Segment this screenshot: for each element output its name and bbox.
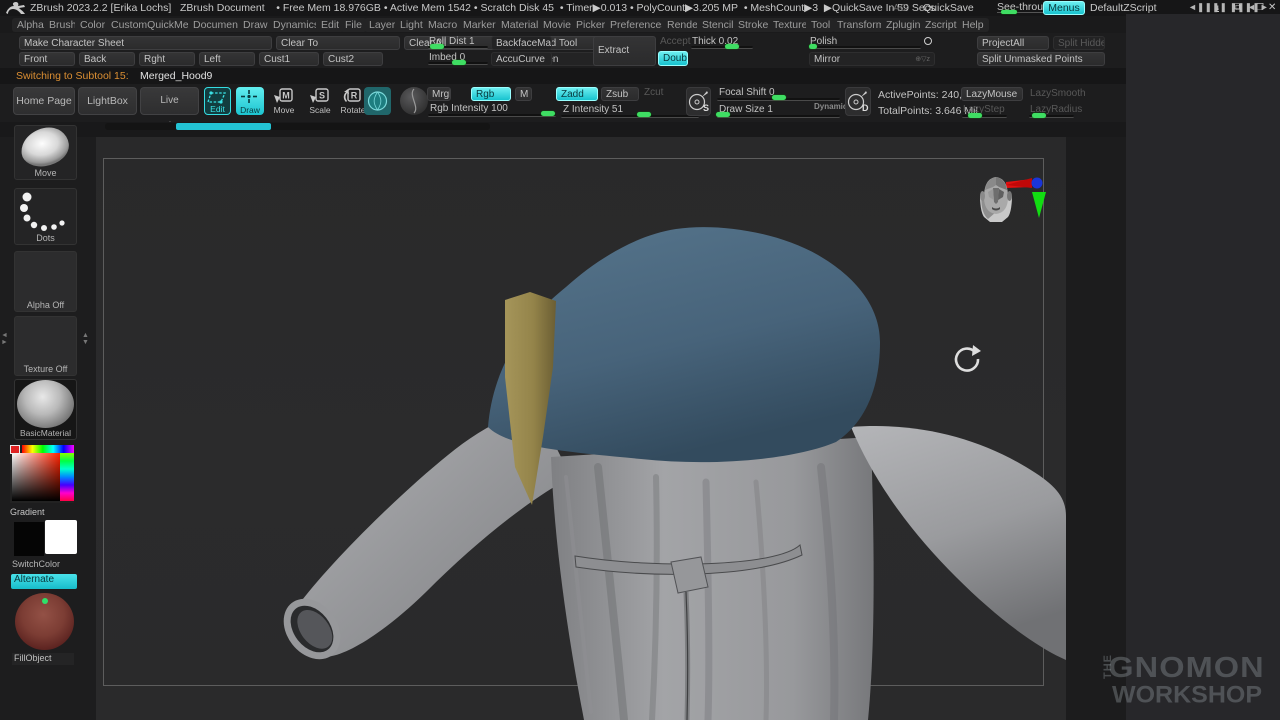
- svg-text:S: S: [319, 91, 325, 101]
- svg-text:R: R: [351, 91, 358, 101]
- svg-text:S: S: [703, 103, 709, 113]
- svg-text:M: M: [282, 91, 290, 101]
- svg-text:D: D: [862, 103, 869, 113]
